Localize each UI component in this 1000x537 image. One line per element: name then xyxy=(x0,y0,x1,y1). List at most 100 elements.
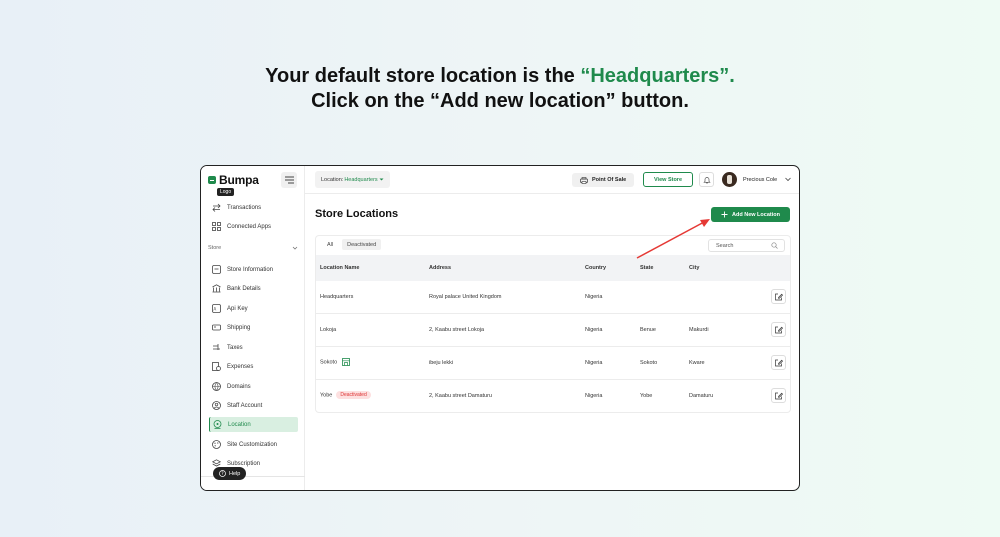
tab-deactivated[interactable]: Deactivated xyxy=(342,239,382,250)
add-new-location-button[interactable]: Add New Location xyxy=(711,207,790,222)
column-header-country[interactable]: Country xyxy=(585,265,606,271)
cell-country: Nigeria xyxy=(585,294,603,300)
table-row[interactable]: Lokoja 2, Kaabu street Lokoja Nigeria Be… xyxy=(316,314,790,347)
sidebar-item-api-key[interactable]: A Api Key xyxy=(209,301,298,316)
cell-state: Sokoto xyxy=(640,360,658,366)
sidebar-item-label: Transactions xyxy=(227,204,262,211)
transfer-icon xyxy=(212,203,221,212)
sidebar-item-label: Site Customization xyxy=(227,441,278,448)
location-name-text: Sokoto xyxy=(320,359,338,366)
user-name: Precious Cole xyxy=(743,177,778,183)
sidebar-item-expenses[interactable]: Expenses xyxy=(209,359,298,374)
cell-country: Nigeria xyxy=(585,327,603,333)
headline-line-1: Your default store location is the “Head… xyxy=(0,64,1000,89)
cell-city: Makurdi xyxy=(689,327,709,333)
column-header-location-name[interactable]: Location Name xyxy=(320,265,359,271)
sidebar-item-label: Taxes xyxy=(227,344,243,351)
collapse-menu-button[interactable] xyxy=(281,172,297,188)
headline-line-2: Click on the “Add new location” button. xyxy=(311,90,689,112)
sidebar-item-label: Connected Apps xyxy=(227,223,272,230)
edit-icon xyxy=(774,359,783,366)
bell-icon xyxy=(702,176,711,183)
column-header-state[interactable]: State xyxy=(640,265,653,271)
instruction-headline: Your default store location is the “Head… xyxy=(0,64,1000,114)
sidebar-item-label: Bank Details xyxy=(227,285,261,292)
page-title: Store Locations xyxy=(315,208,399,220)
location-selector[interactable]: Location: Headquarters xyxy=(315,171,390,188)
user-circle-icon xyxy=(212,401,221,410)
table-row[interactable]: Sokoto ibeju lekki Nigeria Sokoto Kware xyxy=(316,347,790,380)
status-badge: Deactivated xyxy=(336,391,371,399)
logo[interactable]: Bumpa xyxy=(208,173,259,187)
logo-tooltip: Logo xyxy=(217,188,235,196)
cell-state: Yobe xyxy=(640,393,653,399)
tab-all[interactable]: All xyxy=(322,239,338,250)
globe-icon xyxy=(212,382,221,391)
chevron-down-icon xyxy=(292,246,298,250)
sidebar-item-transactions[interactable]: Transactions xyxy=(209,200,298,215)
edit-icon xyxy=(774,293,783,300)
sidebar-item-label: Expenses xyxy=(227,363,254,370)
sidebar-item-location[interactable]: Location xyxy=(209,417,298,432)
app-window: Bumpa Logo Transactions Connected Apps S… xyxy=(200,165,800,491)
avatar[interactable] xyxy=(722,172,737,187)
sidebar-section-store[interactable]: Store xyxy=(208,245,298,251)
cell-state: Benue xyxy=(640,327,656,333)
location-pin-icon xyxy=(213,420,222,429)
top-bar: Location: Headquarters Point Of Sale Vie… xyxy=(305,166,799,194)
sidebar-item-connected-apps[interactable]: Connected Apps xyxy=(209,219,298,234)
bumpa-logo-icon xyxy=(208,176,216,184)
search-icon xyxy=(771,242,778,249)
cell-country: Nigeria xyxy=(585,360,603,366)
sidebar-item-taxes[interactable]: Taxes xyxy=(209,340,298,355)
sidebar: Bumpa Logo Transactions Connected Apps S… xyxy=(201,166,305,490)
cell-city: Kware xyxy=(689,360,705,366)
store-info-icon xyxy=(212,265,221,274)
tax-icon xyxy=(212,343,221,352)
sidebar-item-site-customization[interactable]: Site Customization xyxy=(209,437,298,452)
location-value: Headquarters xyxy=(344,176,378,183)
edit-location-button[interactable] xyxy=(771,289,786,304)
point-of-sale-button[interactable]: Point Of Sale xyxy=(572,173,635,187)
headline-accent: “Headquarters”. xyxy=(580,65,735,87)
help-circle-icon: ? xyxy=(219,470,226,477)
truck-icon xyxy=(212,323,221,332)
edit-location-button[interactable] xyxy=(771,388,786,403)
sidebar-item-label: Api Key xyxy=(227,305,248,312)
edit-location-button[interactable] xyxy=(771,355,786,370)
view-store-button[interactable]: View Store xyxy=(643,172,693,187)
column-header-city[interactable]: City xyxy=(689,265,699,271)
table-row[interactable]: Headquarters Royal palace United Kingdom… xyxy=(316,281,790,314)
cell-city: Damaturu xyxy=(689,393,714,399)
add-button-label: Add New Location xyxy=(732,211,780,218)
hamburger-icon xyxy=(284,176,294,184)
svg-text:A: A xyxy=(214,307,217,312)
cell-address: ibeju lekki xyxy=(429,360,454,366)
sidebar-item-store-information[interactable]: Store Information xyxy=(209,262,298,277)
bank-icon xyxy=(212,284,221,293)
sidebar-item-staff-account[interactable]: Staff Account xyxy=(209,398,298,413)
edit-location-button[interactable] xyxy=(771,322,786,337)
cell-country: Nigeria xyxy=(585,393,603,399)
sidebar-item-shipping[interactable]: Shipping xyxy=(209,320,298,335)
sidebar-item-domains[interactable]: Domains xyxy=(209,379,298,394)
cell-location-name: Headquarters xyxy=(320,294,354,300)
chevron-down-icon[interactable] xyxy=(784,175,792,183)
sidebar-item-bank-details[interactable]: Bank Details xyxy=(209,281,298,296)
notifications-button[interactable] xyxy=(699,172,714,187)
api-key-icon: A xyxy=(212,304,221,313)
table-row[interactable]: Yobe Deactivated 2, Kaabu street Damaturu… xyxy=(316,380,790,412)
sidebar-item-label: Staff Account xyxy=(227,402,263,409)
column-header-address[interactable]: Address xyxy=(429,265,451,271)
search-placeholder: Search xyxy=(716,242,734,249)
logo-text: Bumpa xyxy=(219,173,259,187)
cell-location-name: Lokoja xyxy=(320,327,337,333)
search-input[interactable]: Search xyxy=(708,239,785,252)
cell-location-name: Sokoto xyxy=(320,358,350,366)
cell-location-name: Yobe Deactivated xyxy=(320,391,371,399)
sidebar-item-label: Location xyxy=(228,421,251,428)
sidebar-item-label: Domains xyxy=(227,383,251,390)
help-label: Help xyxy=(229,470,241,477)
help-button[interactable]: ? Help xyxy=(213,467,247,480)
apps-grid-icon xyxy=(212,222,221,231)
